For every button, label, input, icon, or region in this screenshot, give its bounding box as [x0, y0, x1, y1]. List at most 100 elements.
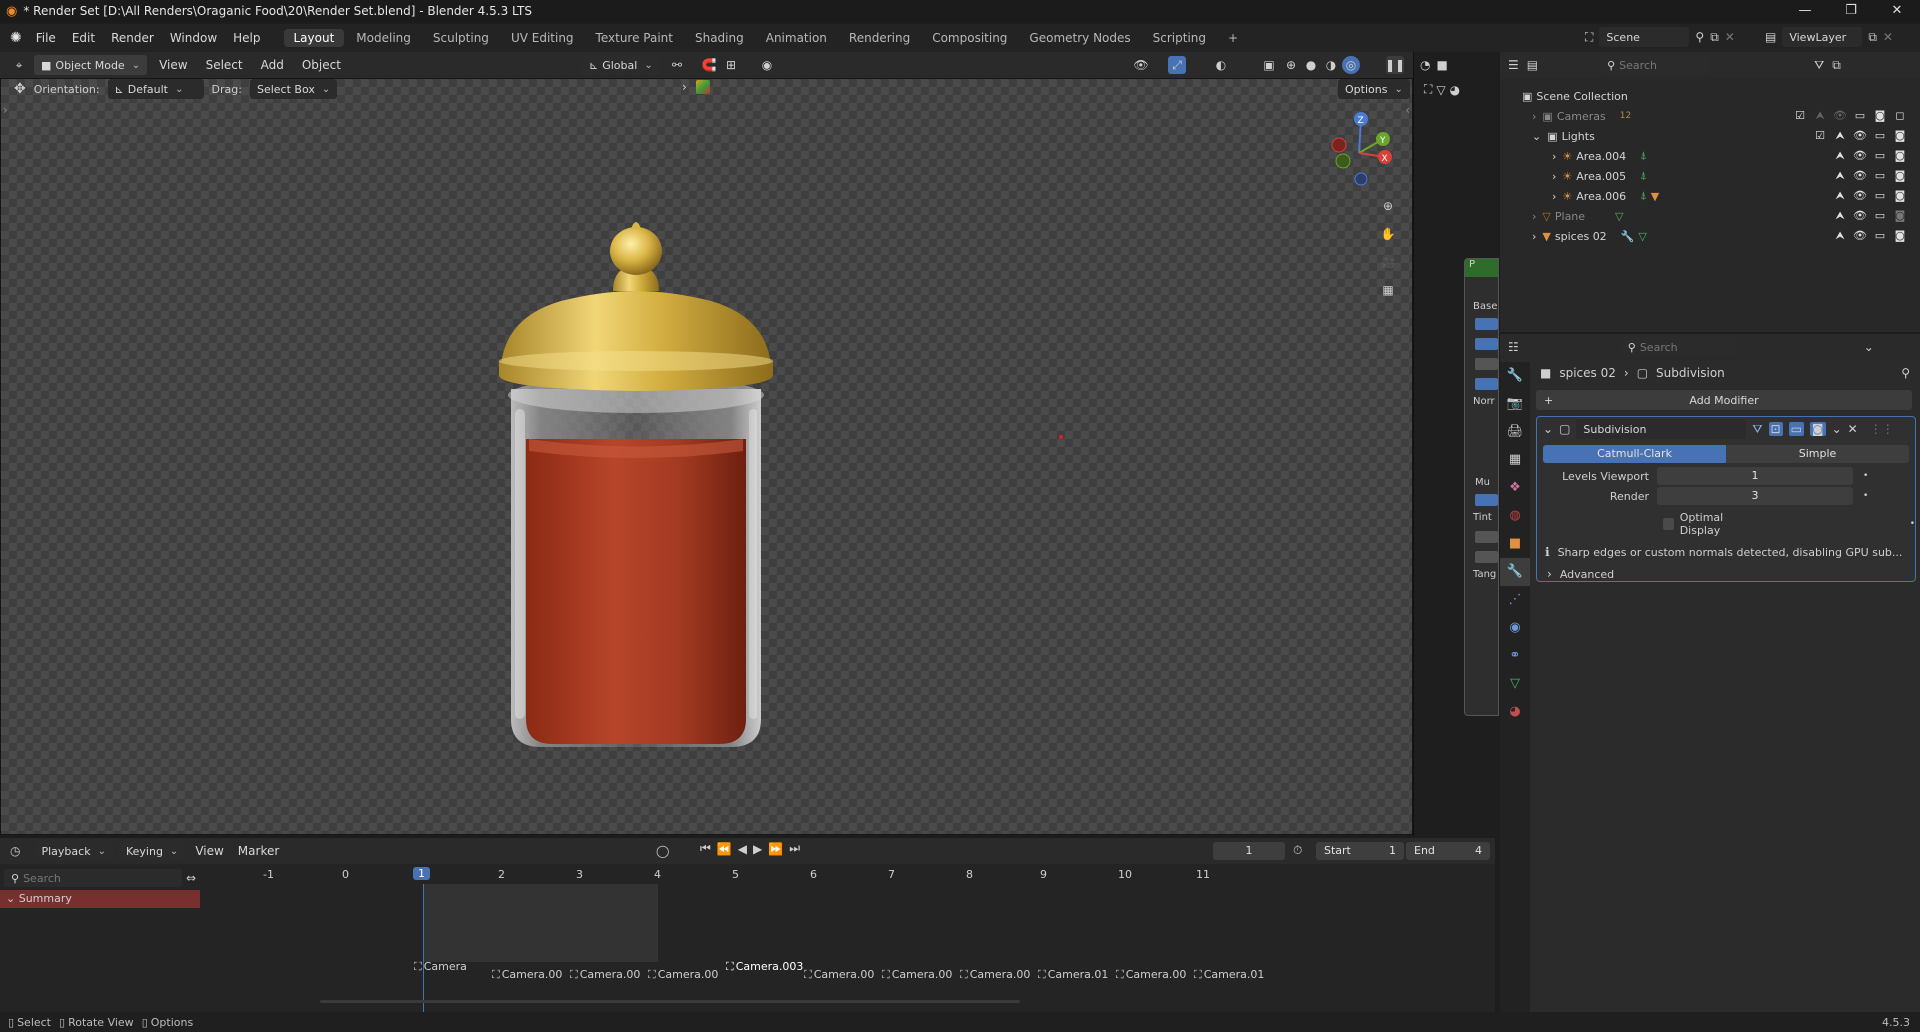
camera-view-icon[interactable]: 🎥 [1379, 253, 1397, 271]
menu-file[interactable]: File [28, 24, 64, 52]
outliner-search[interactable]: ⚲ Search [1600, 55, 1711, 75]
select-icon[interactable]: ⮝ [1832, 129, 1848, 143]
sphere-icon[interactable]: ◕ [1450, 83, 1460, 97]
select-icon[interactable]: ⮝ [1832, 209, 1848, 223]
physics-tab-icon[interactable]: ◉ [1500, 614, 1530, 642]
advanced-section[interactable]: › Advanced [1537, 567, 1915, 581]
view-layer-tab-icon[interactable]: ▦ [1500, 446, 1530, 474]
marker-camera[interactable]: ⛶ Camera.00 [648, 968, 718, 982]
catmull-clark-option[interactable]: Catmull-Clark [1543, 445, 1726, 463]
levels-viewport-field[interactable]: 1 [1657, 467, 1853, 485]
remove-viewlayer-icon[interactable]: ✕ [1883, 30, 1893, 44]
options-dropdown[interactable]: Options [1338, 79, 1410, 99]
render-levels-field[interactable]: 3 [1657, 487, 1853, 505]
modifier-tab-icon[interactable]: 🔧 [1500, 558, 1530, 586]
collapse-arrow-icon[interactable]: ⌄ [1543, 422, 1553, 436]
marker-camera[interactable]: ⛶ Camera [414, 960, 467, 974]
scene-selector[interactable]: ⛶ Scene ⚲ ⧉ ✕ [1585, 27, 1735, 47]
zoom-icon[interactable]: ⊕ [1379, 197, 1397, 215]
playback-menu[interactable]: Playback [34, 841, 113, 861]
toolbar-expand-arrow-icon[interactable]: › [3, 103, 8, 117]
jump-end-icon[interactable]: ⏭ [789, 841, 800, 856]
properties-search[interactable]: ⚲ Search [1620, 337, 1736, 357]
select-icon[interactable]: ⮝ [1832, 149, 1848, 163]
scene-tab-icon[interactable]: ❖ [1500, 474, 1530, 502]
rendered-shading-icon[interactable]: ◎ [1342, 56, 1360, 74]
viewport-icon[interactable]: ▭ [1872, 129, 1888, 143]
marker-camera-selected[interactable]: ⛶ Camera.003 [726, 960, 803, 974]
view-menu[interactable]: View [153, 51, 193, 79]
display-mode-icon[interactable]: ▤ [1527, 58, 1538, 72]
node-field[interactable] [1475, 318, 1498, 330]
remove-scene-icon[interactable]: ✕ [1725, 30, 1735, 44]
viewport-icon[interactable]: ▭ [1872, 169, 1888, 183]
close-button[interactable]: ✕ [1874, 0, 1920, 22]
tab-geometry-nodes[interactable]: Geometry Nodes [1019, 29, 1140, 47]
remove-modifier-icon[interactable]: ✕ [1848, 422, 1858, 436]
animate-dot-icon[interactable]: • [1910, 519, 1915, 529]
options-chevron-icon[interactable]: ⌄ [1864, 340, 1874, 354]
tab-texture-paint[interactable]: Texture Paint [586, 29, 683, 47]
transform-orientation-dropdown[interactable]: ⊾ Global [582, 55, 660, 75]
render-camera-icon[interactable]: ◙ [1872, 109, 1888, 123]
new-viewlayer-icon[interactable]: ⧉ [1868, 30, 1877, 45]
new-collection-icon[interactable]: ⧉ [1832, 58, 1841, 73]
render-camera-icon[interactable]: ◙ [1892, 169, 1908, 183]
render-toggle-icon[interactable]: ◙ [1809, 422, 1826, 436]
channel-search[interactable]: ⚲ Search [4, 869, 182, 887]
expand-arrow-icon[interactable]: › [1532, 110, 1536, 123]
edit-mode-toggle-icon[interactable]: ⛛ [1752, 422, 1762, 437]
add-menu[interactable]: Add [255, 51, 290, 79]
editor-type-icon[interactable]: ☷ [1508, 340, 1519, 354]
outliner-row-spices-02[interactable]: › ▼ spices 02 🔧 ▽ ⮝ 👁 ▭ ◙ [1522, 226, 1920, 246]
checkbox-icon[interactable]: ☑ [1792, 109, 1808, 123]
node-icon[interactable]: ■ [1436, 58, 1447, 72]
editor-type-icon[interactable]: ☰ [1508, 58, 1519, 72]
frame-area[interactable]: -1 0 1 2 3 4 5 6 7 8 9 10 11 ⛶ Camera ⛶ Ca… [200, 866, 1495, 1012]
horizontal-scrollbar[interactable] [320, 1000, 1020, 1003]
collapse-arrow-icon[interactable]: › [682, 80, 687, 94]
snap-icon[interactable]: 🧲 [700, 56, 718, 74]
outliner-row-scene-collection[interactable]: ▣ Scene Collection [1522, 86, 1920, 106]
node-field[interactable] [1475, 358, 1498, 370]
tab-compositing[interactable]: Compositing [922, 29, 1017, 47]
pivot-point-icon[interactable]: ⚯ [668, 56, 686, 74]
pin-icon[interactable]: ⚲ [1901, 366, 1910, 380]
outliner-row-cameras[interactable]: › ▣ Cameras 12 ☑ ⮝ 👁 ▭ ◙ ◻ [1522, 106, 1920, 126]
orientation-dropdown[interactable]: ⊾ Default [107, 79, 204, 99]
select-icon[interactable]: ⮝ [1832, 229, 1848, 243]
constraints-tab-icon[interactable]: ⚭ [1500, 642, 1530, 670]
add-modifier-button[interactable]: + Add Modifier [1536, 390, 1912, 410]
start-frame-field[interactable]: Start 1 [1316, 842, 1404, 860]
tab-shading[interactable]: Shading [685, 29, 754, 47]
render-camera-icon[interactable]: ◙ [1892, 229, 1908, 243]
perspective-grid-icon[interactable]: ▦ [1379, 281, 1397, 299]
visibility-icon[interactable]: 👁 [1132, 56, 1150, 74]
expand-arrow-icon[interactable]: › [1532, 210, 1536, 223]
playhead-line[interactable] [423, 884, 424, 1012]
tab-modeling[interactable]: Modeling [346, 29, 421, 47]
tab-scripting[interactable]: Scripting [1143, 29, 1216, 47]
output-tab-icon[interactable]: 🖨 [1500, 418, 1530, 446]
menu-window[interactable]: Window [162, 24, 225, 52]
viewport-toggle-icon[interactable]: ▭ [1788, 422, 1804, 436]
collapse-arrow-icon[interactable]: ⌄ [1532, 130, 1541, 143]
jump-keyframe-forward-icon[interactable]: ⏩ [768, 842, 783, 856]
proportional-edit-icon[interactable]: ◉ [758, 56, 776, 74]
marker-menu[interactable]: Marker [234, 837, 283, 865]
keying-menu[interactable]: Keying [118, 841, 186, 861]
render-camera-icon[interactable]: ◙ [1892, 129, 1908, 143]
viewport-icon[interactable]: ▭ [1872, 229, 1888, 243]
pin-icon[interactable]: ⚲ [1695, 30, 1704, 44]
tab-uv-editing[interactable]: UV Editing [501, 29, 584, 47]
animate-dot-icon[interactable]: • [1863, 491, 1868, 501]
select-menu[interactable]: Select [200, 51, 249, 79]
outliner[interactable]: ☰ ▤ ⚲ Search ⛛ ⧉ ▣ Scene Collection › ▣ Came… [1500, 52, 1920, 332]
outliner-row-lights[interactable]: ⌄ ▣ Lights ☑ ⮝ 👁 ▭ ◙ [1522, 126, 1920, 146]
sidebar-expand-arrow-icon[interactable]: ‹ [1405, 103, 1410, 117]
minimize-button[interactable]: — [1782, 0, 1828, 22]
eye-icon[interactable]: 👁 [1852, 229, 1868, 243]
expand-arrow-icon[interactable]: › [1552, 150, 1556, 163]
node-field[interactable] [1475, 551, 1498, 563]
viewport-icon[interactable]: ▭ [1872, 149, 1888, 163]
